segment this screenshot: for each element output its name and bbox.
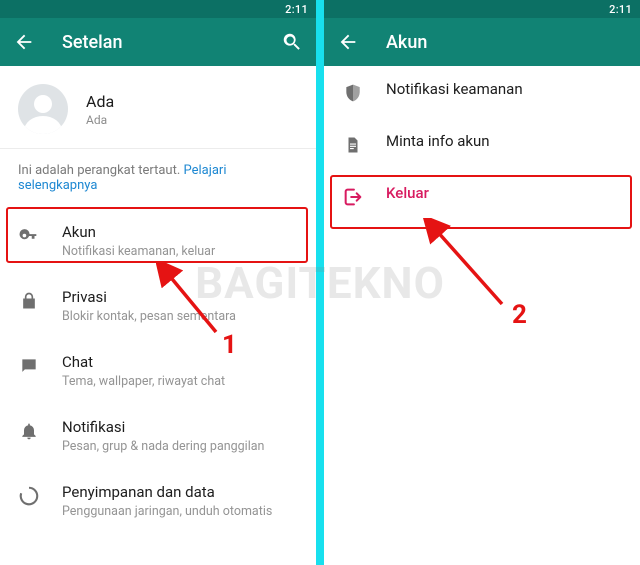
screen-settings: 2:11 Setelan Ada Ada Ini adalah perangka…	[0, 0, 316, 565]
status-bar: 2:11	[0, 0, 316, 18]
account-item-logout[interactable]: Keluar	[324, 170, 640, 222]
key-icon	[18, 225, 40, 247]
clock: 2:11	[609, 3, 632, 16]
screens-divider	[316, 0, 324, 565]
account-item-request-info[interactable]: Minta info akun	[324, 118, 640, 170]
avatar	[18, 84, 68, 134]
profile-row[interactable]: Ada Ada	[0, 66, 316, 148]
appbar: Setelan	[0, 18, 316, 66]
settings-item-privacy[interactable]: Privasi Blokir kontak, pesan sementara	[0, 274, 316, 339]
profile-name: Ada	[86, 92, 114, 111]
clock: 2:11	[285, 3, 308, 16]
search-icon[interactable]	[280, 30, 304, 54]
linked-device-note: Ini adalah perangkat tertaut. Pelajari s…	[0, 149, 316, 209]
settings-item-chat[interactable]: Chat Tema, wallpaper, riwayat chat	[0, 339, 316, 404]
data-usage-icon	[18, 485, 40, 507]
back-icon[interactable]	[336, 30, 360, 54]
appbar-title: Akun	[386, 32, 628, 53]
settings-item-account[interactable]: Akun Notifikasi keamanan, keluar	[0, 209, 316, 274]
screen-account: 2:11 Akun Notifikasi keamanan	[324, 0, 640, 565]
document-icon	[342, 134, 364, 156]
appbar: Akun	[324, 18, 640, 66]
settings-item-storage[interactable]: Penyimpanan dan data Penggunaan jaringan…	[0, 469, 316, 534]
logout-icon	[342, 186, 364, 208]
account-item-security-notifications[interactable]: Notifikasi keamanan	[324, 66, 640, 118]
appbar-title: Setelan	[62, 32, 254, 53]
status-bar: 2:11	[324, 0, 640, 18]
back-icon[interactable]	[12, 30, 36, 54]
settings-item-notifications[interactable]: Notifikasi Pesan, grup & nada dering pan…	[0, 404, 316, 469]
chat-icon	[18, 355, 40, 377]
profile-sub: Ada	[86, 113, 114, 127]
bell-icon	[18, 420, 40, 442]
lock-icon	[18, 290, 40, 312]
shield-icon	[342, 82, 364, 104]
